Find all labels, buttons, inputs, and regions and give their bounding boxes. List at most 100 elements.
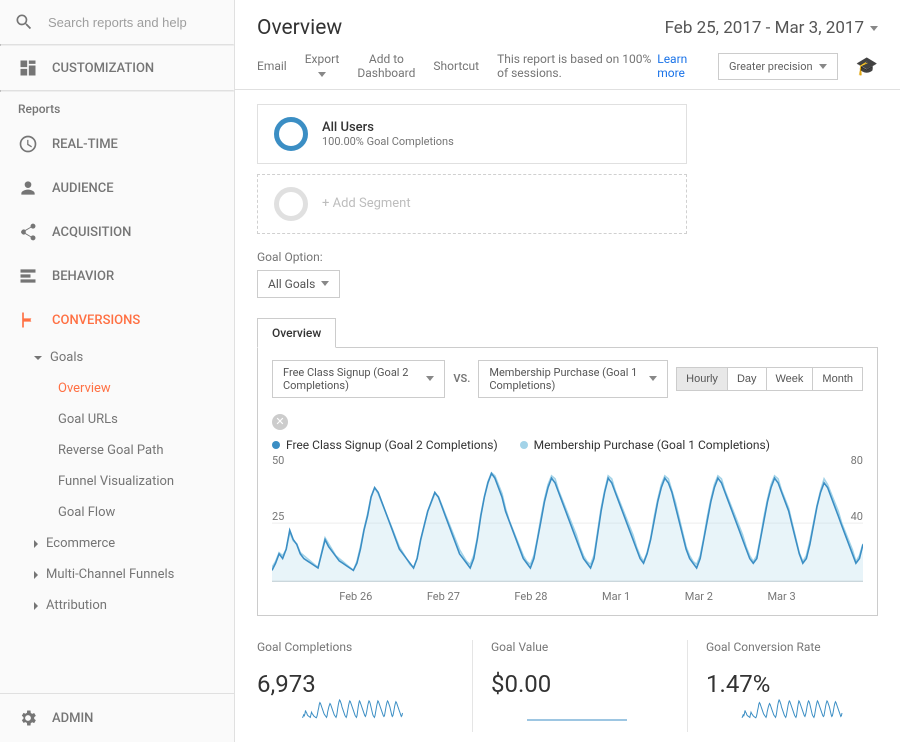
sub-label: Attribution xyxy=(46,598,107,613)
export-label: Export xyxy=(305,52,340,66)
metric-label: Goal Value xyxy=(491,640,663,668)
add-segment-button[interactable]: + Add Segment xyxy=(257,174,687,234)
time-hourly[interactable]: Hourly xyxy=(676,367,728,391)
add-dash-label: Add toDashboard xyxy=(357,52,415,80)
conversions-children: Goals Overview Goal URLs Reverse Goal Pa… xyxy=(0,342,234,621)
chevron-down-icon xyxy=(649,376,657,381)
flag-icon xyxy=(18,310,38,330)
sidebar: CUSTOMIZATION Reports REAL-TIME AUDIENCE… xyxy=(0,0,235,742)
xtick: Feb 27 xyxy=(427,590,460,603)
time-buttons: Hourly Day Week Month xyxy=(676,367,863,391)
sub-attribution[interactable]: Attribution xyxy=(28,590,234,621)
metric-select-right[interactable]: Membership Purchase (Goal 1 Completions) xyxy=(478,360,668,398)
search-bar xyxy=(0,0,234,44)
sessions-note-text: This report is based on 100% of sessions… xyxy=(497,52,653,80)
main-chart: 50 25 80 40 Feb 26 Feb 27 Feb 28 Mar 1 M… xyxy=(272,454,863,603)
metric-goal-value: Goal Value $0.00 xyxy=(472,640,663,732)
x-ticks: Feb 26 Feb 27 Feb 28 Mar 1 Mar 2 Mar 3 xyxy=(272,590,863,603)
metrics-grid: Goal Completions 6,973 Goal Value $0.00 … xyxy=(257,640,878,732)
yaxis-right-mid: 40 xyxy=(851,510,863,523)
chevron-down-icon xyxy=(870,26,878,31)
add-to-dashboard-button[interactable]: Add toDashboard xyxy=(357,52,415,81)
chart-svg xyxy=(272,464,863,582)
person-icon xyxy=(18,178,38,198)
nav-label: REAL-TIME xyxy=(52,137,118,152)
metric-select-left[interactable]: Free Class Signup (Goal 2 Completions) xyxy=(272,360,445,398)
precision-select[interactable]: Greater precision xyxy=(718,53,838,80)
date-range-picker[interactable]: Feb 25, 2017 - Mar 3, 2017 xyxy=(665,18,878,38)
goal-option-label: Goal Option: xyxy=(257,250,878,264)
nav-label: CONVERSIONS xyxy=(52,313,140,328)
sparkline xyxy=(491,698,663,722)
segment-ring-icon xyxy=(274,117,308,151)
metric-goal-completions: Goal Completions 6,973 xyxy=(257,640,448,732)
xtick: Mar 2 xyxy=(685,590,713,603)
tab-overview[interactable]: Overview xyxy=(257,318,336,348)
nav-label: ACQUISITION xyxy=(52,225,131,240)
goal-option-select[interactable]: All Goals xyxy=(257,270,340,298)
segment-subtitle: 100.00% Goal Completions xyxy=(322,135,454,148)
nav-realtime[interactable]: REAL-TIME xyxy=(0,122,234,166)
leaf-goal-flow[interactable]: Goal Flow xyxy=(28,497,234,528)
goal-option-value: All Goals xyxy=(268,277,315,291)
report-toolbar: Email Export Add toDashboard Shortcut Th… xyxy=(235,48,900,90)
leaf-goal-urls[interactable]: Goal URLs xyxy=(28,404,234,435)
metric-label: Goal Completions xyxy=(257,640,448,668)
segment-title: All Users xyxy=(322,120,454,135)
education-icon[interactable]: 🎓 xyxy=(856,56,878,77)
main-panel: Overview Feb 25, 2017 - Mar 3, 2017 Emai… xyxy=(235,0,900,742)
search-input[interactable] xyxy=(46,14,226,31)
time-week[interactable]: Week xyxy=(767,367,814,391)
segment-all-users[interactable]: All Users 100.00% Goal Completions xyxy=(257,104,687,164)
learn-more-link[interactable]: Learn more xyxy=(657,52,700,80)
chart-legend: Free Class Signup (Goal 2 Completions) M… xyxy=(272,438,863,452)
nav-acquisition[interactable]: ACQUISITION xyxy=(0,210,234,254)
nav-conversions[interactable]: CONVERSIONS xyxy=(0,298,234,342)
nav-customization[interactable]: CUSTOMIZATION xyxy=(0,46,234,90)
leaf-reverse-goal-path[interactable]: Reverse Goal Path xyxy=(28,435,234,466)
nav-behavior[interactable]: BEHAVIOR xyxy=(0,254,234,298)
sparkline xyxy=(706,698,878,722)
nav-audience[interactable]: AUDIENCE xyxy=(0,166,234,210)
vs-label: VS. xyxy=(453,372,470,385)
yaxis-right-top: 80 xyxy=(851,454,863,467)
chevron-right-icon xyxy=(34,602,38,610)
date-range-text: Feb 25, 2017 - Mar 3, 2017 xyxy=(665,18,864,38)
legend-series-1: Free Class Signup (Goal 2 Completions) xyxy=(272,438,498,452)
metric-select-right-label: Membership Purchase (Goal 1 Completions) xyxy=(489,366,643,392)
chevron-down-icon xyxy=(819,64,827,69)
leaf-overview[interactable]: Overview xyxy=(28,373,234,404)
nav-label: CUSTOMIZATION xyxy=(52,61,154,76)
sub-label: Goals xyxy=(50,350,83,365)
email-button[interactable]: Email xyxy=(257,59,287,73)
metric-value: 1.47% xyxy=(706,670,878,698)
chevron-right-icon xyxy=(34,540,38,548)
add-segment-label: + Add Segment xyxy=(322,196,411,211)
shortcut-button[interactable]: Shortcut xyxy=(433,59,479,73)
remove-comparison-button[interactable]: ✕ xyxy=(272,414,288,430)
export-button[interactable]: Export xyxy=(305,52,340,81)
sparkline xyxy=(257,698,448,722)
segment-ring-icon xyxy=(274,187,308,221)
search-icon xyxy=(14,12,34,32)
xtick: Mar 1 xyxy=(602,590,630,603)
sub-ecommerce[interactable]: Ecommerce xyxy=(28,528,234,559)
nav-admin[interactable]: ADMIN xyxy=(0,693,234,742)
time-day[interactable]: Day xyxy=(728,367,767,391)
yaxis-left: 50 25 xyxy=(272,454,284,467)
xtick: Feb 28 xyxy=(514,590,547,603)
chevron-right-icon xyxy=(34,571,38,579)
share-icon xyxy=(18,222,38,242)
legend-label-2: Membership Purchase (Goal 1 Completions) xyxy=(534,438,770,452)
metric-value: 6,973 xyxy=(257,670,448,698)
chevron-down-icon xyxy=(34,356,42,360)
sub-goals[interactable]: Goals xyxy=(28,342,234,373)
leaf-funnel-visualization[interactable]: Funnel Visualization xyxy=(28,466,234,497)
dashboard-icon xyxy=(18,58,38,78)
legend-dot-icon xyxy=(520,441,528,449)
tabrow: Overview xyxy=(257,318,878,348)
comparison-row: Free Class Signup (Goal 2 Completions) V… xyxy=(272,360,863,398)
sub-mc-funnels[interactable]: Multi-Channel Funnels xyxy=(28,559,234,590)
yaxis-right: 80 40 xyxy=(851,454,863,467)
time-month[interactable]: Month xyxy=(813,367,863,391)
